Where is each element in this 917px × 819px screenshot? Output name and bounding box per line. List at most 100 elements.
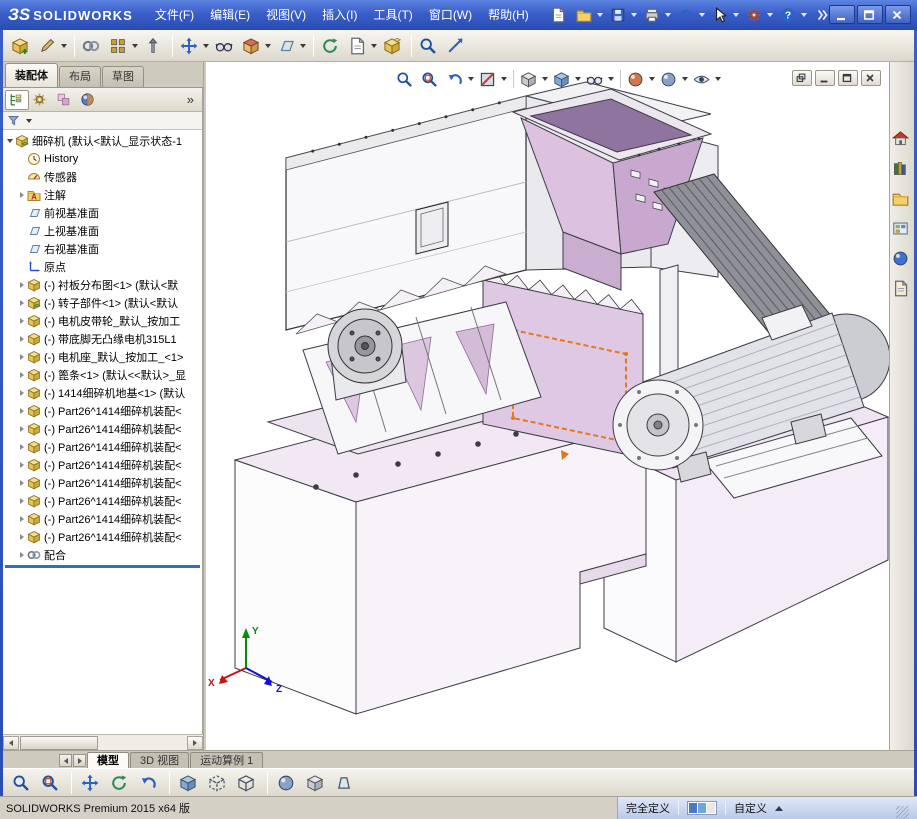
- design-library-button[interactable]: [892, 158, 913, 179]
- model-3d-view[interactable]: Y X Z: [206, 62, 889, 750]
- edit-component-button[interactable]: [35, 33, 70, 59]
- expand-caret[interactable]: [5, 139, 15, 143]
- hidden-lines-visible-button[interactable]: [205, 770, 232, 796]
- tree-filter-bar[interactable]: [3, 112, 202, 130]
- dropdown-arrow-icon[interactable]: [715, 77, 721, 81]
- dropdown-arrow-icon[interactable]: [665, 13, 671, 17]
- rotate-view-button[interactable]: [107, 770, 134, 796]
- dropdown-arrow-icon[interactable]: [300, 44, 306, 48]
- apply-scene-button[interactable]: [274, 770, 301, 796]
- dropdown-arrow-icon[interactable]: [371, 44, 377, 48]
- dropdown-arrow-icon[interactable]: [265, 44, 271, 48]
- expand-caret[interactable]: [17, 192, 27, 198]
- propertymanager-tab[interactable]: [29, 90, 53, 110]
- undo-button[interactable]: [675, 4, 708, 26]
- doc-restore-button[interactable]: [792, 70, 812, 86]
- custom-status-label[interactable]: 自定义: [734, 800, 767, 816]
- tab-assembly[interactable]: 装配体: [5, 63, 58, 87]
- menu-file[interactable]: 文件(F): [147, 0, 202, 30]
- previous-view-button[interactable]: [444, 68, 476, 90]
- tree-item[interactable]: (-) Part26^1414细碎机装配<: [3, 402, 202, 420]
- dropdown-arrow-icon[interactable]: [767, 13, 773, 17]
- menu-edit[interactable]: 编辑(E): [202, 0, 258, 30]
- featuremanager-tree-tab[interactable]: [5, 90, 29, 110]
- tree-item[interactable]: (-) Part26^1414细碎机装配<: [3, 456, 202, 474]
- close-button[interactable]: [885, 5, 911, 24]
- expand-caret[interactable]: [17, 534, 27, 540]
- tree-item[interactable]: 前视基准面: [3, 204, 202, 222]
- tree-root-item[interactable]: 细碎机 (默认<默认_显示状态-1: [3, 132, 202, 150]
- tree-item[interactable]: (-) 转子部件<1> (默认<默认: [3, 294, 202, 312]
- tree-item[interactable]: (-) 电机皮带轮_默认_按加工: [3, 312, 202, 330]
- pan-button[interactable]: [78, 770, 105, 796]
- dropdown-arrow-icon[interactable]: [733, 13, 739, 17]
- insert-component-button[interactable]: [8, 33, 35, 59]
- edit-appearance-button[interactable]: [625, 68, 657, 90]
- dropdown-arrow-icon[interactable]: [631, 13, 637, 17]
- tree-item[interactable]: (-) 1414细碎机地基<1> (默认: [3, 384, 202, 402]
- view-orientation-button[interactable]: [303, 770, 330, 796]
- tree-item[interactable]: (-) Part26^1414细碎机装配<: [3, 438, 202, 456]
- scroll-left-button[interactable]: [3, 736, 19, 750]
- dropdown-arrow-icon[interactable]: [597, 13, 603, 17]
- tree-item[interactable]: (-) 带底脚无凸缘电机315L1: [3, 330, 202, 348]
- tree-item[interactable]: (-) Part26^1414细碎机装配<: [3, 474, 202, 492]
- zoom-area-button[interactable]: [38, 770, 65, 796]
- wireframe-button[interactable]: [234, 770, 261, 796]
- configurationmanager-tab[interactable]: [53, 90, 77, 110]
- resize-grip-icon[interactable]: [896, 806, 909, 819]
- file-explorer-button[interactable]: [892, 188, 913, 209]
- panel-overflow-button[interactable]: »: [181, 92, 200, 107]
- horizontal-scrollbar[interactable]: [3, 734, 203, 750]
- expand-caret[interactable]: [17, 498, 27, 504]
- expand-caret[interactable]: [17, 354, 27, 360]
- options-button[interactable]: [743, 4, 776, 26]
- menu-insert[interactable]: 插入(I): [314, 0, 365, 30]
- new-document-button[interactable]: [547, 4, 572, 26]
- zoom-fit-button[interactable]: [9, 770, 36, 796]
- help-button[interactable]: ?: [777, 4, 810, 26]
- home-button[interactable]: [892, 128, 913, 149]
- scroll-right-button[interactable]: [187, 736, 203, 750]
- scrollbar-thumb[interactable]: [20, 736, 98, 750]
- filter-dropdown-arrow-icon[interactable]: [26, 119, 32, 123]
- view-settings-button[interactable]: [691, 68, 723, 90]
- dropdown-arrow-icon[interactable]: [132, 44, 138, 48]
- expand-caret[interactable]: [17, 372, 27, 378]
- tree-item[interactable]: History: [3, 150, 202, 168]
- expand-caret[interactable]: [17, 516, 27, 522]
- tree-item[interactable]: 配合: [3, 546, 202, 564]
- menu-help[interactable]: 帮助(H): [480, 0, 537, 30]
- tab-motion-study[interactable]: 运动算例 1: [190, 752, 263, 768]
- dropdown-arrow-icon[interactable]: [203, 44, 209, 48]
- dropdown-arrow-icon[interactable]: [575, 77, 581, 81]
- rollback-bar[interactable]: [5, 565, 200, 568]
- assembly-features-button[interactable]: [239, 33, 274, 59]
- tree-item[interactable]: (-) Part26^1414细碎机装配<: [3, 420, 202, 438]
- tab-scroll-right-button[interactable]: [73, 754, 86, 767]
- custom-menu-arrow-icon[interactable]: [775, 806, 783, 811]
- expand-caret[interactable]: [17, 444, 27, 450]
- expand-caret[interactable]: [17, 390, 27, 396]
- displaymanager-tab[interactable]: [77, 90, 101, 110]
- tree-item[interactable]: 原点: [3, 258, 202, 276]
- tree-item[interactable]: (-) Part26^1414细碎机装配<: [3, 510, 202, 528]
- reference-geometry-button[interactable]: [274, 33, 309, 59]
- previous-view-button[interactable]: [136, 770, 163, 796]
- custom-properties-button[interactable]: [892, 278, 913, 299]
- tab-3d-views[interactable]: 3D 视图: [130, 752, 189, 768]
- dropdown-arrow-icon[interactable]: [501, 77, 507, 81]
- mate-button[interactable]: [79, 33, 106, 59]
- zoom-area-button[interactable]: [419, 68, 443, 90]
- dropdown-arrow-icon[interactable]: [801, 13, 807, 17]
- tree-item[interactable]: 上视基准面: [3, 222, 202, 240]
- open-button[interactable]: [573, 4, 606, 26]
- tree-item[interactable]: (-) 篦条<1> (默认<<默认>_显: [3, 366, 202, 384]
- tree-item[interactable]: A注解: [3, 186, 202, 204]
- move-component-button[interactable]: [177, 33, 212, 59]
- expand-caret[interactable]: [17, 408, 27, 414]
- tab-layout[interactable]: 布局: [59, 66, 101, 87]
- appearances-button[interactable]: [892, 248, 913, 269]
- dropdown-arrow-icon[interactable]: [61, 44, 67, 48]
- tab-sketch[interactable]: 草图: [102, 66, 144, 87]
